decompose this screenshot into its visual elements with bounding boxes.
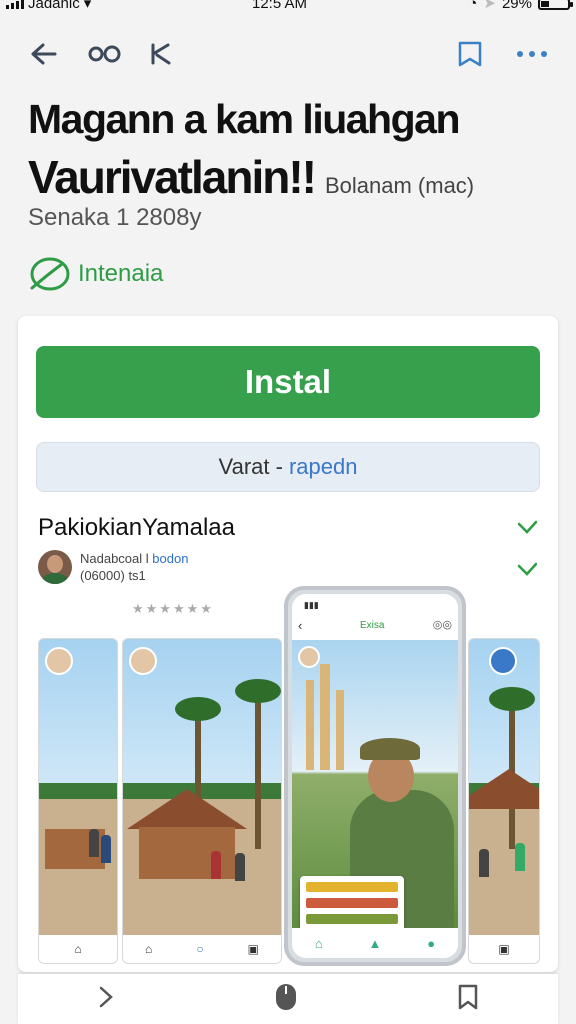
- developer-name[interactable]: PakiokianYamalaa: [38, 514, 235, 542]
- bookmark-icon[interactable]: [456, 983, 480, 1016]
- bottom-toolbar: [18, 974, 558, 1024]
- signal-icon: [6, 0, 24, 9]
- photo-icon: ▣: [247, 942, 259, 956]
- status-bar: Jadanic ▾ 12:5 AM ◔ ➤ 29%: [0, 0, 576, 14]
- home-icon: ⌂: [145, 942, 153, 956]
- rating-stars: ★★★★★★: [132, 601, 214, 616]
- variant-accent: rapedn: [288, 454, 358, 479]
- search-icon: ○: [196, 942, 204, 956]
- review-count: (06000): [80, 568, 125, 583]
- phone-mockup[interactable]: ▮▮▮ ‹ Exisa ◎◎ ⌂ ▲ ●: [284, 586, 466, 966]
- avatar: [489, 647, 517, 675]
- phone-header-title: Exisa: [360, 620, 385, 631]
- screenshot-2[interactable]: ⌂ ○ ▣: [122, 638, 282, 964]
- avatar: [45, 647, 73, 675]
- forward-icon[interactable]: [96, 985, 116, 1014]
- profile-icon: ●: [427, 935, 436, 951]
- variant-label: Varat -: [218, 454, 283, 479]
- wifi-icon: ▾: [83, 0, 92, 12]
- mouse-icon[interactable]: [273, 982, 299, 1017]
- home-icon: ⌂: [74, 942, 82, 956]
- leaf-icon: [30, 257, 70, 291]
- guide-photo: [292, 640, 458, 956]
- screenshot-4[interactable]: ▣: [468, 638, 540, 964]
- app-title: Magann a kam liuahgan: [28, 96, 461, 142]
- subtitle-row: Vaurivatlanin!! Bolanam (mac): [28, 150, 474, 204]
- back-arrow-icon: ‹: [298, 618, 303, 633]
- screenshot-1[interactable]: ⌂: [38, 638, 118, 964]
- mini-tabbar: ⌂: [39, 935, 117, 963]
- variant-button[interactable]: Varat - rapedn: [36, 442, 540, 492]
- check-icon: [517, 520, 538, 534]
- reviewer-link[interactable]: bodon: [152, 551, 188, 566]
- phone-header: ▮▮▮ ‹ Exisa ◎◎: [292, 594, 458, 640]
- nav-bar: [0, 32, 576, 76]
- avatar: [129, 647, 157, 675]
- photo-icon: ▲: [368, 935, 382, 951]
- settings-icon: ◎◎: [432, 619, 452, 631]
- avatar: [298, 646, 320, 668]
- avatar: [38, 550, 72, 584]
- battery-icon: [538, 0, 573, 10]
- verified-badge[interactable]: Intenaia: [26, 254, 163, 294]
- mini-tabbar: ⌂ ○ ▣: [123, 935, 281, 963]
- review-summary[interactable]: Nadabcoal l bodon (06000) ts1: [38, 550, 188, 584]
- carrier-label: Jadanic: [28, 0, 80, 12]
- expand-icon[interactable]: [146, 32, 176, 76]
- more-icon[interactable]: [514, 32, 550, 76]
- home-icon: ⌂: [314, 935, 323, 951]
- install-button[interactable]: Instal: [36, 346, 540, 418]
- review-suffix: ts1: [128, 568, 146, 583]
- reviewer-name: Nadabcoal l: [80, 551, 149, 566]
- app-card: Instal Varat - rapedn PakiokianYamalaa N…: [18, 316, 558, 972]
- mini-tabbar: ▣: [469, 935, 539, 963]
- check-icon: [517, 562, 538, 576]
- phone-tabbar: ⌂ ▲ ●: [292, 928, 458, 958]
- back-arrow-icon[interactable]: [26, 32, 60, 76]
- alarm-icon: ◔: [468, 0, 478, 12]
- platform-tag: Bolanam (mac): [324, 173, 475, 198]
- badge-label: Intenaia: [78, 260, 164, 287]
- app-meta: Senaka 1 2808y: [28, 204, 202, 231]
- photo-icon: ▣: [498, 942, 510, 956]
- status-time: 12:5 AM: [252, 0, 308, 12]
- bookmark-icon[interactable]: [454, 32, 486, 76]
- location-icon: ➤: [483, 0, 496, 12]
- app-subtitle: Vaurivatlanin!!: [28, 151, 317, 203]
- battery-percent: 29%: [501, 0, 532, 12]
- share-icon[interactable]: [86, 32, 124, 76]
